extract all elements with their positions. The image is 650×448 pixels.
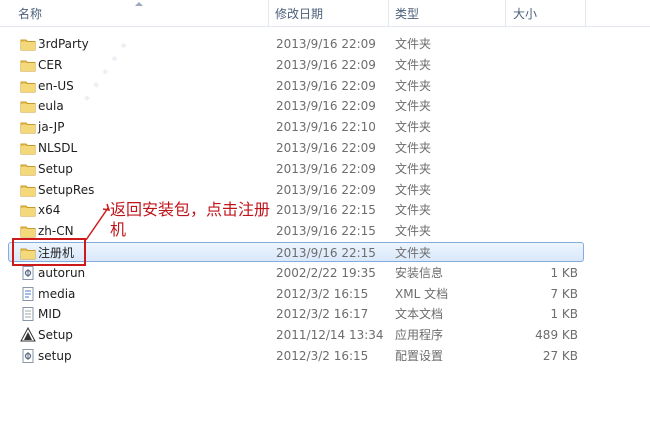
column-date[interactable]: 修改日期 <box>275 0 323 26</box>
file-size <box>518 180 578 200</box>
file-name: setup <box>38 349 72 363</box>
file-size <box>518 200 578 220</box>
file-row[interactable]: Setup 2013/9/16 22:09 文件夹 <box>0 159 650 179</box>
annotation-text: 返回安装包，点击注册机 <box>110 200 271 239</box>
column-type[interactable]: 类型 <box>395 0 419 26</box>
text-file-icon <box>20 306 36 322</box>
column-divider[interactable] <box>505 0 506 26</box>
file-type: 文件夹 <box>395 182 432 197</box>
file-date: 2011/12/14 13:34 <box>276 328 384 343</box>
file-row[interactable]: SetupRes 2013/9/16 22:09 文件夹 <box>0 180 650 200</box>
file-row[interactable]: setup 2012/3/2 16:15 配置设置 27 KB <box>0 346 650 366</box>
file-date: 2013/9/16 22:09 <box>276 37 376 51</box>
file-name: 3rdParty <box>38 37 89 51</box>
file-size <box>518 34 578 54</box>
folder-icon <box>20 36 36 52</box>
folder-icon <box>20 182 36 198</box>
file-name: Setup <box>38 161 73 176</box>
file-date: 2013/9/16 22:09 <box>276 182 376 197</box>
file-size <box>518 96 578 116</box>
file-date: 2012/3/2 16:15 <box>276 286 369 301</box>
file-date: 2013/9/16 22:10 <box>276 120 376 135</box>
file-size <box>518 159 578 179</box>
folder-icon <box>20 119 36 135</box>
file-type: 文本文档 <box>395 307 444 322</box>
arrow-icon <box>85 203 111 241</box>
file-name: MID <box>38 307 62 322</box>
file-name: x64 <box>38 203 61 218</box>
file-date: 2013/9/16 22:09 <box>276 99 376 114</box>
file-type: 文件夹 <box>395 120 432 135</box>
file-row[interactable]: autorun 2002/2/22 19:35 安装信息 1 KB <box>0 263 650 283</box>
file-size <box>518 243 578 263</box>
file-type: 文件夹 <box>395 161 432 176</box>
file-type: XML 文档 <box>395 286 449 301</box>
file-name: NLSDL <box>38 141 78 155</box>
file-date: 2013/9/16 22:09 <box>276 141 376 155</box>
file-name: media <box>38 286 76 301</box>
file-type: 文件夹 <box>395 141 432 155</box>
file-type: 文件夹 <box>395 57 432 72</box>
file-row[interactable]: 3rdParty 2013/9/16 22:09 文件夹 <box>0 34 650 54</box>
file-type: 安装信息 <box>395 265 444 280</box>
file-type: 应用程序 <box>395 328 444 343</box>
file-row[interactable]: media 2012/3/2 16:15 XML 文档 7 KB <box>0 284 650 304</box>
folder-icon <box>20 140 36 156</box>
file-size: 27 KB <box>542 349 578 363</box>
file-date: 2013/9/16 22:15 <box>276 203 376 218</box>
folder-icon <box>20 202 36 218</box>
file-date: 2002/2/22 19:35 <box>276 265 376 280</box>
file-date: 2013/9/16 22:09 <box>276 57 376 72</box>
file-row[interactable]: Setup 2011/12/14 13:34 应用程序 489 KB <box>0 325 650 345</box>
settings-file-icon <box>20 348 36 364</box>
file-name: SetupRes <box>38 182 95 197</box>
column-divider[interactable] <box>268 0 269 26</box>
file-name: ja-JP <box>38 120 65 135</box>
settings-file-icon <box>20 265 36 281</box>
file-row[interactable]: ja-JP 2013/9/16 22:10 文件夹 <box>0 117 650 137</box>
column-header: 名称 修改日期 类型 大小 <box>0 0 650 27</box>
folder-icon <box>20 78 36 94</box>
file-type: 文件夹 <box>395 78 432 93</box>
file-size: 1 KB <box>550 265 578 280</box>
file-type: 文件夹 <box>395 246 432 260</box>
highlight-box <box>12 238 86 266</box>
app-icon <box>20 327 36 343</box>
folder-icon <box>20 223 36 239</box>
file-date: 2012/3/2 16:15 <box>276 349 369 363</box>
column-name[interactable]: 名称 <box>18 0 42 26</box>
file-name: en-US <box>38 78 74 93</box>
file-date: 2013/9/16 22:15 <box>276 246 376 260</box>
column-size[interactable]: 大小 <box>513 0 537 26</box>
file-date: 2013/9/16 22:09 <box>276 78 376 93</box>
file-row[interactable]: NLSDL 2013/9/16 22:09 文件夹 <box>0 138 650 158</box>
file-size <box>518 138 578 158</box>
column-divider[interactable] <box>388 0 389 26</box>
file-size <box>518 221 578 241</box>
file-size: 489 KB <box>535 328 578 343</box>
file-type: 文件夹 <box>395 99 432 114</box>
file-date: 2013/9/16 22:15 <box>276 224 376 239</box>
file-size <box>518 76 578 96</box>
file-row[interactable]: MID 2012/3/2 16:17 文本文档 1 KB <box>0 304 650 324</box>
document-icon <box>20 286 36 302</box>
file-type: 文件夹 <box>395 224 432 239</box>
file-type: 文件夹 <box>395 203 432 218</box>
column-divider[interactable] <box>585 0 586 26</box>
file-size: 7 KB <box>550 286 578 301</box>
sort-arrow-icon <box>135 2 143 6</box>
file-type: 文件夹 <box>395 37 432 51</box>
file-type: 配置设置 <box>395 349 444 363</box>
file-name: eula <box>38 99 64 114</box>
folder-icon <box>20 57 36 73</box>
folder-icon <box>20 98 36 114</box>
file-name: Setup <box>38 328 73 343</box>
file-size <box>518 55 578 75</box>
file-size <box>518 117 578 137</box>
file-size: 1 KB <box>550 307 578 322</box>
file-name: CER <box>38 57 63 72</box>
folder-icon <box>20 161 36 177</box>
file-date: 2012/3/2 16:17 <box>276 307 369 322</box>
file-date: 2013/9/16 22:09 <box>276 161 376 176</box>
